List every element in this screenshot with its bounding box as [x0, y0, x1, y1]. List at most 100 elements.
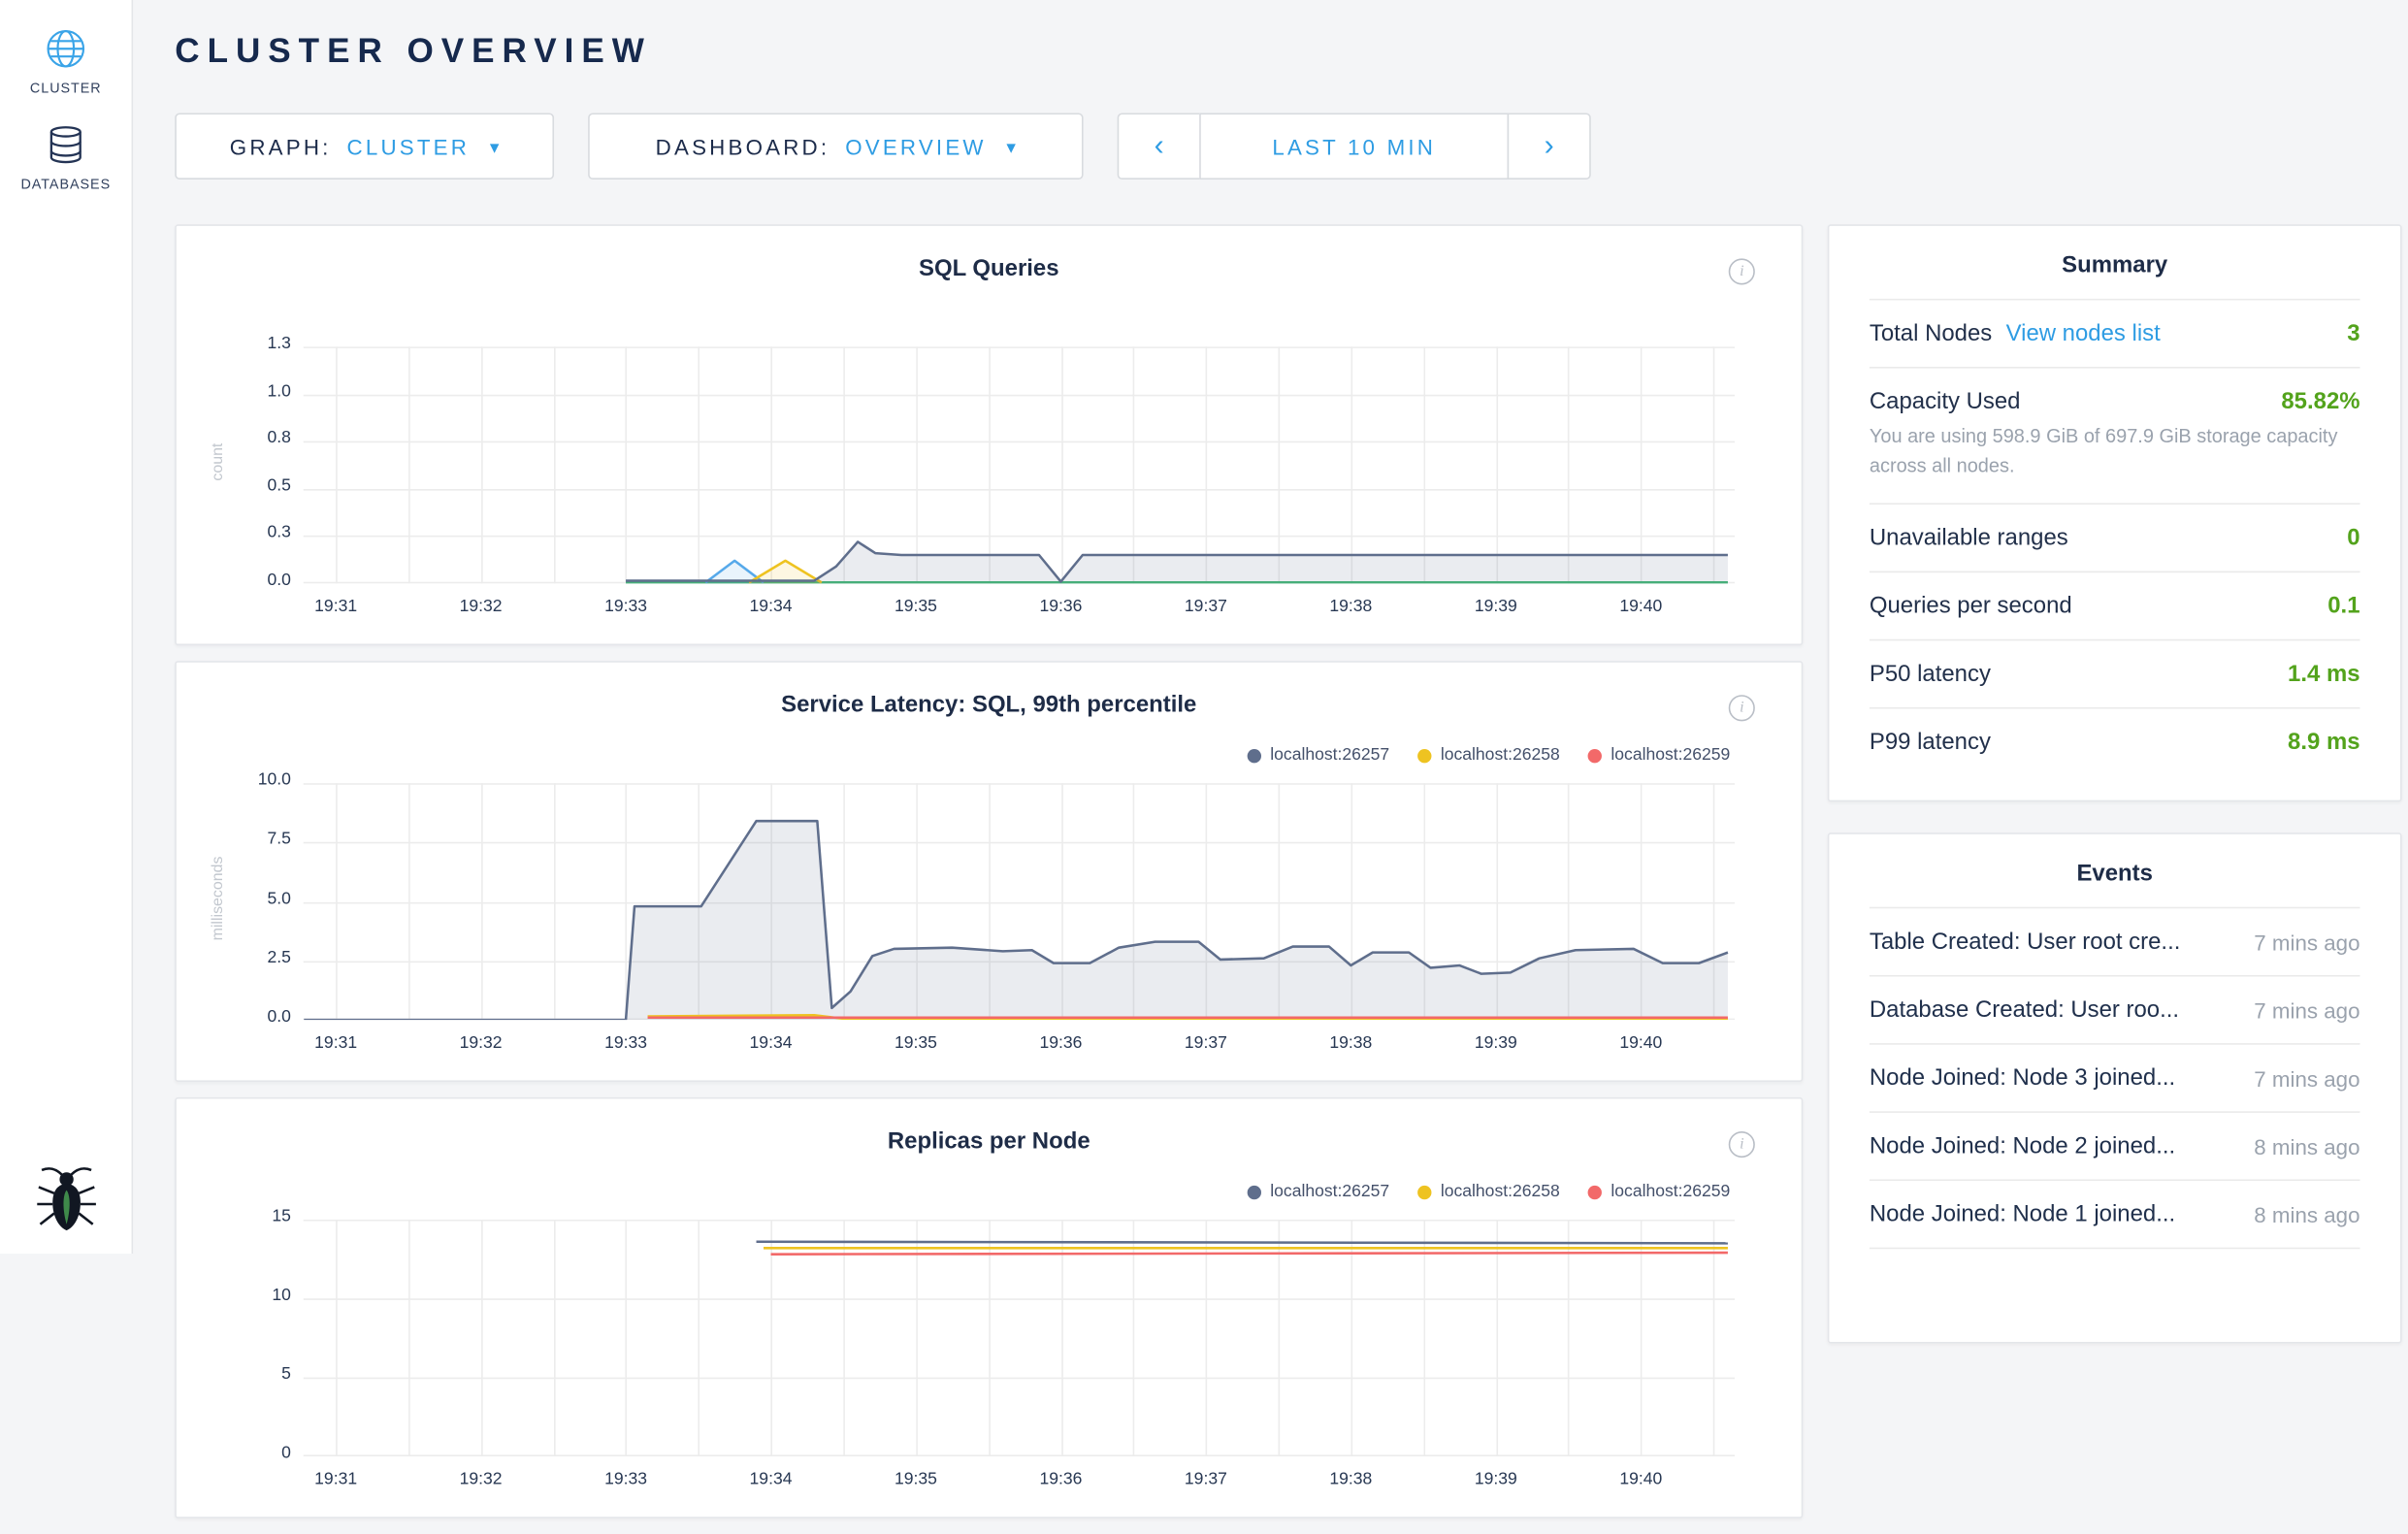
- legend-dot-icon: [1247, 748, 1260, 762]
- sidebar-item-databases[interactable]: DATABASES: [0, 96, 132, 192]
- event-text: Node Joined: Node 1 joined...: [1870, 1201, 2175, 1227]
- summary-label: P50 latency: [1870, 661, 1991, 687]
- y-axis-tick: 0.0: [205, 1007, 291, 1026]
- chart-legend: localhost:26257 localhost:26258 localhost:…: [1247, 1183, 1730, 1201]
- x-axis-tick: 19:39: [1449, 1470, 1543, 1488]
- summary-value: 8.9 ms: [2288, 729, 2359, 755]
- chart-legend: localhost:26257 localhost:26258 localhost:…: [1247, 746, 1730, 765]
- legend-dot-icon: [1587, 1185, 1601, 1198]
- summary-row-total-nodes: Total Nodes View nodes list 3: [1870, 300, 2360, 368]
- chart-plot-area: [304, 783, 1735, 1020]
- chart-title: Service Latency: SQL, 99th percentile: [177, 663, 1802, 718]
- legend-label: localhost:26259: [1611, 1183, 1730, 1201]
- time-range-label: LAST 10 MIN: [1272, 134, 1436, 159]
- cockroach-logo-icon: [0, 1164, 132, 1235]
- chart-canvas: [304, 1220, 1735, 1456]
- summary-label: Queries per second: [1870, 593, 2072, 619]
- time-range-display[interactable]: LAST 10 MIN: [1199, 113, 1509, 180]
- graph-dropdown-label: GRAPH:: [230, 134, 332, 159]
- legend-item: localhost:26257: [1247, 746, 1389, 765]
- event-time: 7 mins ago: [2254, 997, 2359, 1023]
- page-title: CLUSTER OVERVIEW: [175, 31, 652, 71]
- x-axis-tick: 19:35: [869, 1470, 962, 1488]
- event-row: Database Created: User roo... 7 mins ago: [1870, 977, 2360, 1045]
- time-range-next-button[interactable]: ›: [1508, 113, 1591, 180]
- y-axis-unit-label: milliseconds: [210, 835, 227, 960]
- y-axis-tick: 0.0: [205, 571, 291, 590]
- event-row: Node Joined: Node 3 joined... 7 mins ago: [1870, 1045, 2360, 1113]
- legend-dot-icon: [1587, 748, 1601, 762]
- y-axis-unit-label: count: [210, 400, 227, 524]
- summary-label: Total Nodes: [1870, 320, 1992, 346]
- legend-label: localhost:26258: [1441, 1183, 1560, 1201]
- x-axis-tick: 19:37: [1159, 1470, 1253, 1488]
- y-axis-tick: 0.3: [205, 524, 291, 542]
- globe-icon: [45, 28, 86, 70]
- y-axis-tick: 10.0: [205, 770, 291, 789]
- chart-replicas-per-node: Replicas per Node i localhost:26257local…: [175, 1097, 1803, 1518]
- graph-dropdown[interactable]: GRAPH: CLUSTER ▾: [175, 113, 554, 180]
- x-axis-tick: 19:34: [725, 598, 818, 616]
- chevron-right-icon: ›: [1545, 129, 1554, 163]
- x-axis-tick: 19:36: [1015, 1034, 1108, 1053]
- dashboard-controls: GRAPH: CLUSTER ▾ DASHBOARD: OVERVIEW ▾ ‹…: [175, 113, 1591, 180]
- event-text: Node Joined: Node 2 joined...: [1870, 1133, 2175, 1159]
- legend-item: localhost:26259: [1587, 1183, 1730, 1201]
- x-axis-tick: 19:34: [725, 1034, 818, 1053]
- legend-item: localhost:26258: [1417, 1183, 1560, 1201]
- graph-dropdown-value: CLUSTER: [347, 134, 471, 159]
- sidebar-item-label: DATABASES: [20, 177, 111, 192]
- legend-label: localhost:26257: [1270, 746, 1389, 765]
- x-axis-tick: 19:31: [289, 1470, 382, 1488]
- chart-canvas: [304, 783, 1735, 1020]
- chart-canvas: [304, 346, 1735, 583]
- summary-value: 3: [2347, 320, 2359, 346]
- dashboard-dropdown-label: DASHBOARD:: [656, 134, 830, 159]
- x-axis-tick: 19:39: [1449, 1034, 1543, 1053]
- time-range-prev-button[interactable]: ‹: [1118, 113, 1201, 180]
- y-axis-tick: 15: [205, 1207, 291, 1225]
- legend-item: localhost:26257: [1247, 1183, 1389, 1201]
- x-axis-tick: 19:39: [1449, 598, 1543, 616]
- summary-row-queries-per-second: Queries per second 0.1: [1870, 572, 2360, 640]
- legend-label: localhost:26259: [1611, 746, 1730, 765]
- summary-value: 1.4 ms: [2288, 661, 2359, 687]
- x-axis-tick: 19:32: [435, 1034, 528, 1053]
- info-icon[interactable]: i: [1729, 258, 1755, 284]
- x-axis-tick: 19:34: [725, 1470, 818, 1488]
- summary-row-capacity-used: Capacity Used 85.82% You are using 598.9…: [1870, 369, 2360, 505]
- event-row: Node Joined: Node 1 joined... 8 mins ago: [1870, 1181, 2360, 1249]
- sidebar-item-label: CLUSTER: [30, 81, 102, 96]
- info-icon[interactable]: i: [1729, 1131, 1755, 1158]
- x-axis-tick: 19:38: [1304, 598, 1397, 616]
- chart-plot-area: [304, 346, 1735, 583]
- chart-title: SQL Queries: [177, 226, 1802, 281]
- dashboard-dropdown[interactable]: DASHBOARD: OVERVIEW ▾: [588, 113, 1083, 180]
- y-axis-tick: 1.0: [205, 381, 291, 400]
- chevron-left-icon: ‹: [1155, 129, 1164, 163]
- x-axis-tick: 19:40: [1594, 1470, 1687, 1488]
- x-axis-tick: 19:33: [579, 598, 672, 616]
- y-axis-tick: 1.3: [205, 335, 291, 353]
- legend-dot-icon: [1417, 1185, 1431, 1198]
- legend-item: localhost:26258: [1417, 746, 1560, 765]
- sidebar-item-cluster[interactable]: CLUSTER: [0, 0, 132, 96]
- x-axis-tick: 19:38: [1304, 1470, 1397, 1488]
- charts-column: SQL Queries i 1.31.00.80.50.30.0count19:…: [175, 224, 1803, 1533]
- info-icon[interactable]: i: [1729, 695, 1755, 721]
- x-axis-tick: 19:40: [1594, 1034, 1687, 1053]
- sidebar: CLUSTER DATABASES: [0, 0, 133, 1254]
- legend-label: localhost:26257: [1270, 1183, 1389, 1201]
- summary-row-p50-latency: P50 latency 1.4 ms: [1870, 640, 2360, 708]
- caret-down-icon: ▾: [1006, 136, 1016, 157]
- x-axis-tick: 19:36: [1015, 598, 1108, 616]
- chart-sql-queries: SQL Queries i 1.31.00.80.50.30.0count19:…: [175, 224, 1803, 645]
- view-nodes-link[interactable]: View nodes list: [2006, 320, 2161, 346]
- summary-title: Summary: [1870, 226, 2360, 301]
- x-axis-tick: 19:33: [579, 1034, 672, 1053]
- summary-row-unavailable-ranges: Unavailable ranges 0: [1870, 505, 2360, 572]
- event-text: Node Joined: Node 3 joined...: [1870, 1064, 2175, 1091]
- event-text: Database Created: User roo...: [1870, 996, 2179, 1023]
- legend-item: localhost:26259: [1587, 746, 1730, 765]
- x-axis-tick: 19:32: [435, 1470, 528, 1488]
